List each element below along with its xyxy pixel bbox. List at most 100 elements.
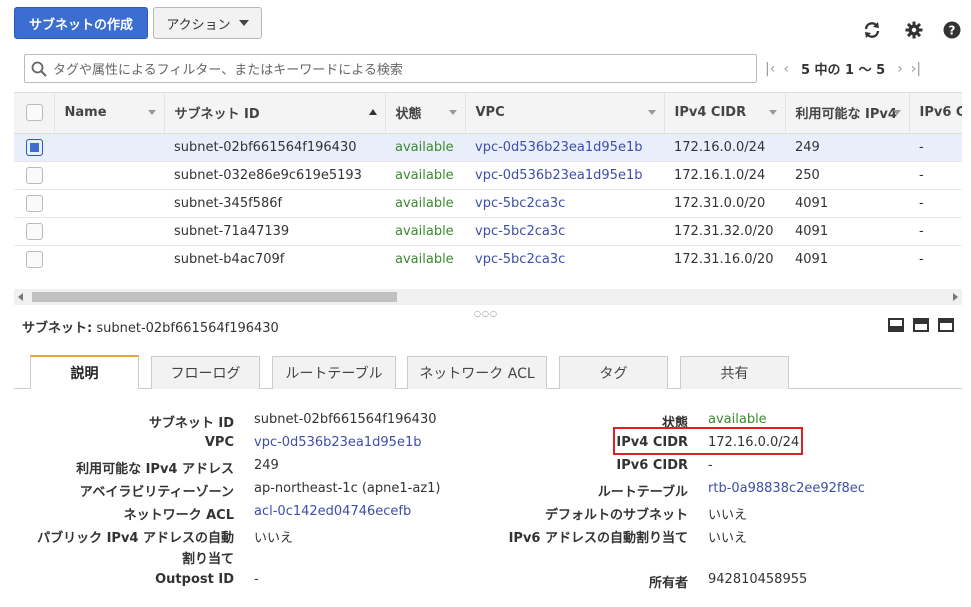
details-title: サブネット: subnet-02bf661564f196430 <box>22 317 279 336</box>
cell-subnet-id: subnet-345f586f <box>164 189 385 218</box>
help-icon[interactable]: ? <box>942 20 962 40</box>
cell-name <box>54 133 164 162</box>
label-available-ipv4: 利用可能な IPv4 アドレス <box>76 462 234 477</box>
cell-vpc-link[interactable]: vpc-0d536b23ea1d95e1b <box>465 161 664 190</box>
label-public-ipv4-auto-assign: パブリック IPv4 アドレスの自動 <box>37 531 234 546</box>
cell-name <box>54 217 164 246</box>
panel-layout-switcher <box>888 318 954 332</box>
last-page-icon[interactable]: ›| <box>911 61 921 77</box>
value-ipv6-auto-assign: いいえ <box>708 531 748 546</box>
row-checkbox[interactable] <box>26 250 43 268</box>
label-owner: 所有者 <box>648 576 688 591</box>
value-vpc-link[interactable]: vpc-0d536b23ea1d95e1b <box>254 435 421 450</box>
table-row[interactable]: subnet-71a47139 available vpc-5bc2ca3c 1… <box>14 217 962 246</box>
table-row[interactable]: subnet-b4ac709f available vpc-5bc2ca3c 1… <box>14 245 962 273</box>
column-header-ipv6-cidr[interactable]: IPv6 C <box>909 93 962 134</box>
tab-flow-logs[interactable]: フローログ <box>151 356 260 389</box>
table-row[interactable]: subnet-032e86e9c619e5193 available vpc-0… <box>14 161 962 190</box>
cell-ipv4-cidr: 172.16.0.0/24 <box>664 133 785 162</box>
column-header-state[interactable]: 状態 <box>385 93 466 134</box>
cell-ipv6-cidr: - <box>909 245 962 273</box>
refresh-icon[interactable] <box>862 20 882 40</box>
cell-subnet-id: subnet-02bf661564f196430 <box>164 133 385 162</box>
layout-split-icon[interactable] <box>913 318 929 332</box>
create-subnet-button[interactable]: サブネットの作成 <box>14 7 148 39</box>
label-subnet-id: サブネット ID <box>148 416 234 431</box>
filter-search-input[interactable]: タグや属性によるフィルター、またはキーワードによる検索 <box>24 54 757 83</box>
cell-available-ipv4: 250 <box>785 161 909 190</box>
gear-icon[interactable] <box>904 20 924 40</box>
scroll-left-icon[interactable] <box>18 293 23 301</box>
value-ipv4-cidr: 172.16.0.0/24 <box>708 435 800 450</box>
value-outpost-id: - <box>254 572 259 587</box>
details-title-label: サブネット: <box>22 321 93 336</box>
table-header-row: Name サブネット ID 状態 VPC IPv4 CIDR 利用可能な IPv… <box>14 93 962 134</box>
cell-name <box>54 161 164 190</box>
row-checkbox[interactable] <box>26 194 43 212</box>
cell-subnet-id: subnet-b4ac709f <box>164 245 385 273</box>
tab-sharing[interactable]: 共有 <box>680 356 789 389</box>
cell-state: available <box>385 133 465 162</box>
cell-state: available <box>385 161 465 190</box>
value-route-table-link[interactable]: rtb-0a98838c2ee92f8ec <box>708 481 865 496</box>
actions-dropdown-button[interactable]: アクション <box>153 7 262 39</box>
tab-network-acl[interactable]: ネットワーク ACL <box>407 356 547 389</box>
value-default-subnet: いいえ <box>708 508 748 523</box>
scroll-right-icon[interactable] <box>953 293 958 301</box>
column-header-name[interactable]: Name <box>54 93 165 134</box>
value-state: available <box>708 412 767 427</box>
select-all-cell[interactable] <box>14 93 55 134</box>
cell-vpc-link[interactable]: vpc-0d536b23ea1d95e1b <box>465 133 664 162</box>
cell-subnet-id: subnet-71a47139 <box>164 217 385 246</box>
horizontal-scrollbar[interactable] <box>14 289 962 305</box>
resize-grip-icon[interactable]: ○○○ <box>474 309 498 318</box>
prev-page-icon[interactable]: ‹ <box>783 61 789 77</box>
column-header-ipv4-cidr[interactable]: IPv4 CIDR <box>664 93 786 134</box>
next-page-icon[interactable]: › <box>897 61 903 77</box>
scrollbar-thumb[interactable] <box>32 292 397 302</box>
row-checkbox[interactable] <box>26 138 43 156</box>
column-header-available-ipv4[interactable]: 利用可能な IPv4 <box>785 93 910 134</box>
value-subnet-id: subnet-02bf661564f196430 <box>254 412 437 427</box>
tab-route-table[interactable]: ルートテーブル <box>272 356 396 389</box>
cell-name <box>54 245 164 273</box>
cell-ipv4-cidr: 172.31.16.0/20 <box>664 245 785 273</box>
column-header-vpc[interactable]: VPC <box>465 93 665 134</box>
cell-state: available <box>385 217 465 246</box>
cell-state: available <box>385 245 465 273</box>
column-header-subnet-id[interactable]: サブネット ID <box>164 93 386 134</box>
label-network-acl: ネットワーク ACL <box>123 508 234 523</box>
details-tabs: 説明 フローログ ルートテーブル ネットワーク ACL タグ 共有 <box>14 355 962 389</box>
label-public-ipv4-auto-assign-cont: 割り当て <box>181 552 234 567</box>
row-checkbox[interactable] <box>26 166 43 184</box>
cell-vpc-link[interactable]: vpc-5bc2ca3c <box>465 217 664 246</box>
table-row[interactable]: subnet-02bf661564f196430 available vpc-0… <box>14 133 962 162</box>
cell-available-ipv4: 4091 <box>785 245 909 273</box>
first-page-icon[interactable]: |‹ <box>765 61 775 77</box>
label-vpc: VPC <box>204 435 234 450</box>
cell-vpc-link[interactable]: vpc-5bc2ca3c <box>465 245 664 273</box>
cell-ipv6-cidr: - <box>909 189 962 218</box>
search-placeholder: タグや属性によるフィルター、またはキーワードによる検索 <box>53 63 403 78</box>
value-available-ipv4: 249 <box>254 458 279 473</box>
cell-name <box>54 189 164 218</box>
select-all-checkbox[interactable] <box>26 104 43 122</box>
cell-subnet-id: subnet-032e86e9c619e5193 <box>164 161 385 190</box>
table-row[interactable]: subnet-345f586f available vpc-5bc2ca3c 1… <box>14 189 962 218</box>
label-ipv6-cidr: IPv6 CIDR <box>616 458 688 473</box>
cell-ipv4-cidr: 172.31.32.0/20 <box>664 217 785 246</box>
cell-state: available <box>385 189 465 218</box>
layout-top-icon[interactable] <box>938 318 954 332</box>
cell-vpc-link[interactable]: vpc-5bc2ca3c <box>465 189 664 218</box>
tab-tags[interactable]: タグ <box>559 356 668 389</box>
cell-ipv6-cidr: - <box>909 217 962 246</box>
value-network-acl-link[interactable]: acl-0c142ed04746ecefb <box>254 504 411 519</box>
page-status: 5 中の 1 ～ 5 <box>800 63 886 78</box>
tab-description[interactable]: 説明 <box>30 355 139 389</box>
row-checkbox[interactable] <box>26 222 43 240</box>
label-default-subnet: デフォルトのサブネット <box>544 508 688 523</box>
label-outpost-id: Outpost ID <box>155 572 234 587</box>
pagination: |‹ ‹ 5 中の 1 ～ 5 › ›| <box>765 54 921 83</box>
search-icon <box>31 61 47 77</box>
layout-bottom-icon[interactable] <box>888 318 904 332</box>
